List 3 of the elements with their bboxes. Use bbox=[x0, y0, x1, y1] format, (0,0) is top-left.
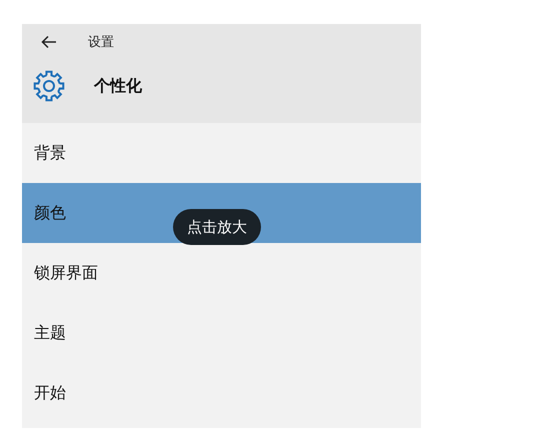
tooltip: 点击放大 bbox=[173, 209, 261, 245]
page-title: 个性化 bbox=[94, 76, 142, 96]
back-label: 设置 bbox=[88, 34, 114, 51]
